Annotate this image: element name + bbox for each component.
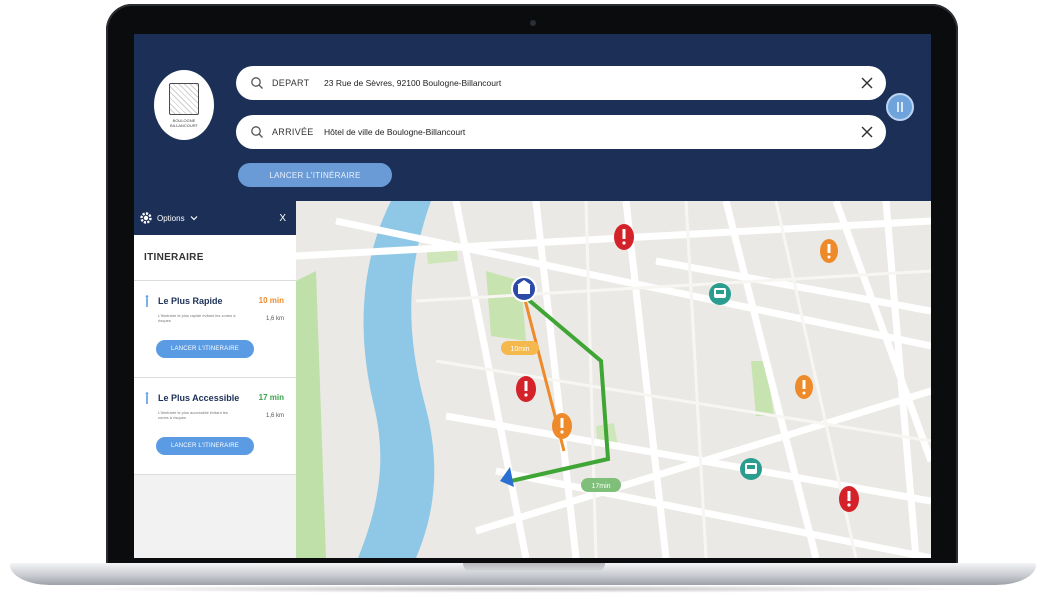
- route-name: Le Plus Rapide: [158, 296, 223, 306]
- crest-icon: [169, 82, 199, 115]
- search-icon: [251, 77, 263, 89]
- city-hall-pin[interactable]: [511, 276, 537, 302]
- city-logo[interactable]: BOULOGNE BILLANCOURT: [154, 70, 214, 140]
- close-panel-button[interactable]: X: [279, 213, 286, 224]
- warning-pin[interactable]: [552, 413, 572, 439]
- close-icon[interactable]: [860, 76, 874, 90]
- swap-icon: [897, 102, 903, 112]
- route-distance: 1,6 km: [265, 316, 284, 322]
- route-description: L'itinéraire le plus rapide évitant les …: [158, 313, 236, 323]
- options-bar: Options X: [134, 201, 296, 235]
- fast-route-time: 10min: [510, 346, 529, 353]
- depart-label: DEPART: [272, 78, 310, 88]
- search-header: BOULOGNE BILLANCOURT DEPART 23 Rue de Sè…: [134, 34, 931, 201]
- route-distance: 1,6 km: [265, 413, 284, 419]
- depart-input[interactable]: 23 Rue de Sèvres, 92100 Boulogne-Billanc…: [324, 78, 860, 88]
- app-screen: BOULOGNE BILLANCOURT DEPART 23 Rue de Sè…: [134, 34, 931, 558]
- arrivee-label: ARRIVÉE: [272, 127, 314, 137]
- launch-itinerary-button[interactable]: LANCER L'ITINÉRAIRE: [238, 163, 392, 187]
- tram-stop-pin[interactable]: [740, 458, 762, 480]
- swap-button[interactable]: [886, 93, 914, 121]
- walk-icon: [145, 392, 149, 404]
- search-icon: [251, 126, 263, 138]
- map-view[interactable]: 10min 17min: [296, 201, 931, 558]
- danger-pin[interactable]: [516, 376, 536, 402]
- walk-icon: [145, 295, 149, 307]
- route-name: Le Plus Accessible: [158, 393, 240, 403]
- route-description: L'itinéraire le plus accessible évitant …: [158, 410, 228, 420]
- warning-pin[interactable]: [820, 239, 838, 263]
- danger-pin[interactable]: [614, 224, 634, 250]
- route-duration: 10 min: [258, 296, 284, 305]
- launch-route-accessible-button[interactable]: LANCER L'ITINERAIRE: [156, 437, 254, 455]
- depart-field[interactable]: DEPART 23 Rue de Sèvres, 92100 Boulogne-…: [236, 66, 886, 100]
- accessible-route-time: 17min: [591, 483, 610, 490]
- options-dropdown[interactable]: Options: [157, 214, 185, 223]
- webcam: [530, 20, 536, 26]
- chevron-down-icon[interactable]: [190, 214, 198, 222]
- close-icon[interactable]: [860, 125, 874, 139]
- danger-pin[interactable]: [839, 486, 859, 512]
- laptop-shadow: [60, 585, 986, 593]
- itinerary-panel: Options X ITINERAIRE Le Plus Rapide 10 m…: [134, 201, 296, 558]
- warning-pin[interactable]: [795, 375, 813, 399]
- gear-icon[interactable]: [139, 211, 153, 225]
- launch-route-rapide-button[interactable]: LANCER L'ITINERAIRE: [156, 340, 254, 358]
- arrivee-input[interactable]: Hôtel de ville de Boulogne-Billancourt: [324, 127, 860, 137]
- route-duration: 17 min: [258, 393, 284, 402]
- route-card-accessible[interactable]: Le Plus Accessible 17 min L'itinéraire l…: [134, 378, 296, 475]
- panel-title: ITINERAIRE: [134, 235, 296, 281]
- logo-caption: BOULOGNE BILLANCOURT: [170, 117, 198, 128]
- bus-stop-pin[interactable]: [709, 283, 731, 305]
- route-card-rapide[interactable]: Le Plus Rapide 10 min L'itinéraire le pl…: [134, 281, 296, 378]
- arrivee-field[interactable]: ARRIVÉE Hôtel de ville de Boulogne-Billa…: [236, 115, 886, 149]
- laptop-notch: [463, 563, 605, 572]
